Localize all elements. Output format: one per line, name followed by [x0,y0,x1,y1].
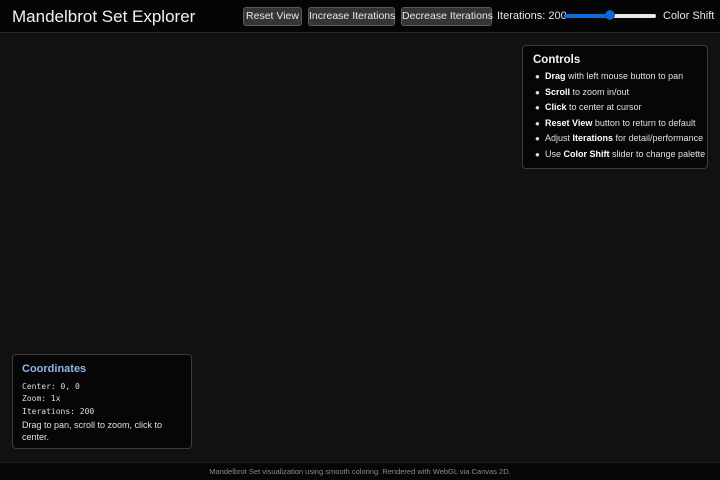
bullet-icon: ● [535,72,540,81]
color-shift-slider[interactable] [564,10,656,22]
iterations-readout: Iterations: 200 [22,407,95,416]
app-title: Mandelbrot Set Explorer [12,7,196,26]
controls-item-click: ● Click to center at cursor [535,100,705,116]
decrease-iterations-button[interactable]: Decrease Iterations [401,7,493,26]
color-shift-label: Color Shift [663,10,715,22]
bullet-icon: ● [535,87,540,97]
iterations-label: Iterations: 200 [497,10,567,22]
reset-view-button[interactable]: Reset View [243,7,302,26]
top-toolbar: Mandelbrot Set Explorer Reset View Incre… [0,0,720,33]
bullet-icon: ● [535,103,540,112]
bullet-icon: ● [535,149,540,159]
coordinates-hint: Drag to pan, scroll to zoom, click to ce… [22,420,163,442]
footer: Mandelbrot Set visualization using smoot… [0,462,720,480]
controls-item-scroll: ● Scroll to zoom in/out [535,85,705,101]
bullet-icon: ● [535,134,540,143]
controls-panel: Controls ● Drag with left mouse button to… [522,45,708,169]
increase-iterations-button[interactable]: Increase Iterations [308,7,395,26]
coordinates-title: Coordinates [22,363,87,375]
controls-item-color-shift: ● Use Color Shift slider to change palett… [535,147,705,163]
bullet-icon: ● [535,118,540,128]
slider-thumb[interactable] [605,10,615,20]
controls-list: ● Drag with left mouse button to pan ● Scr… [535,69,705,162]
center-readout: Center: 0, 0 [22,382,80,391]
zoom-readout: Zoom: 1x [22,394,61,403]
controls-item-iterations: ● Adjust Iterations for detail/performanc… [535,131,705,147]
controls-item-reset: ● Reset View button to return to default [535,116,705,132]
coordinates-panel: Coordinates Center: 0, 0 Zoom: 1x Iterat… [12,354,192,449]
slider-fill [564,14,610,18]
controls-title: Controls [533,54,581,66]
controls-item-drag: ● Drag with left mouse button to pan [535,69,705,85]
